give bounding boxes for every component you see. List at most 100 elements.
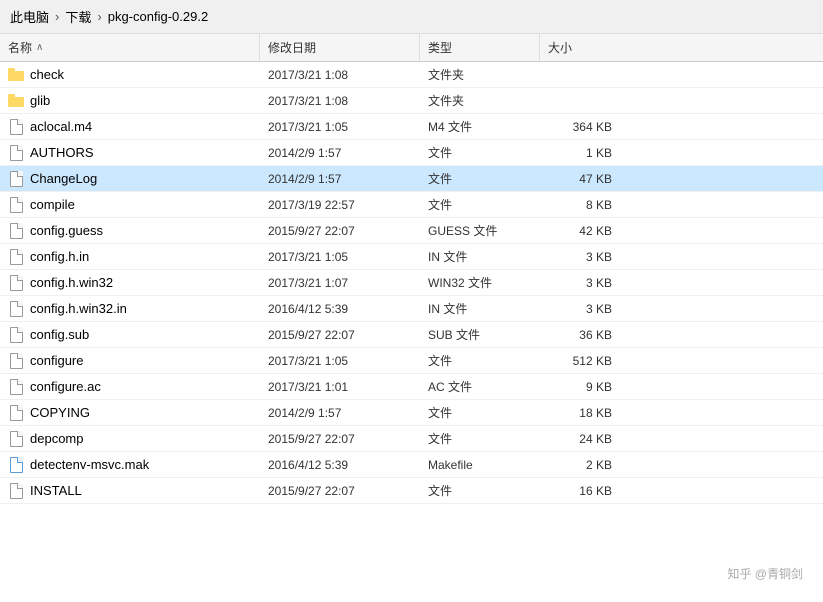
file-row[interactable]: depcomp 2015/9/27 22:07文件24 KB	[0, 426, 823, 452]
folder-icon	[8, 93, 24, 109]
file-name-text: ChangeLog	[30, 171, 97, 186]
file-name-text: config.h.in	[30, 249, 89, 264]
file-date-cell: 2015/9/27 22:07	[260, 484, 420, 498]
file-date-cell: 2017/3/21 1:07	[260, 276, 420, 290]
file-row[interactable]: ChangeLog2014/2/9 1:57文件47 KB	[0, 166, 823, 192]
file-name-text: AUTHORS	[30, 145, 94, 160]
file-name-text: configure.ac	[30, 379, 101, 394]
file-icon	[8, 119, 24, 135]
file-icon	[8, 431, 24, 447]
file-name-cell: config.guess	[0, 223, 260, 239]
file-row[interactable]: compile 2017/3/19 22:57文件8 KB	[0, 192, 823, 218]
file-date-cell: 2017/3/21 1:08	[260, 68, 420, 82]
file-size-cell: 36 KB	[540, 328, 620, 342]
file-name-text: INSTALL	[30, 483, 82, 498]
file-name-text: config.guess	[30, 223, 103, 238]
file-row[interactable]: config.guess2015/9/27 22:07GUESS 文件42 KB	[0, 218, 823, 244]
file-type-cell: 文件	[420, 170, 540, 187]
file-icon	[8, 327, 24, 343]
file-name-cell: ChangeLog	[0, 171, 260, 187]
file-size-cell: 3 KB	[540, 302, 620, 316]
col-name-header[interactable]: 名称 ∧	[0, 34, 260, 61]
file-icon	[8, 171, 24, 187]
file-size-cell: 2 KB	[540, 458, 620, 472]
file-name-text: detectenv-msvc.mak	[30, 457, 149, 472]
file-icon	[8, 353, 24, 369]
file-type-cell: M4 文件	[420, 118, 540, 135]
file-name-text: compile	[30, 197, 75, 212]
makefile-icon	[8, 457, 24, 473]
file-row[interactable]: configure2017/3/21 1:05文件512 KB	[0, 348, 823, 374]
file-row[interactable]: glib2017/3/21 1:08文件夹	[0, 88, 823, 114]
breadcrumb-download[interactable]: 下载	[65, 7, 91, 26]
breadcrumb-sep-1: ›	[55, 9, 59, 24]
sort-arrow-icon: ∧	[36, 42, 43, 53]
file-name-cell: check	[0, 67, 260, 83]
file-row[interactable]: detectenv-msvc.mak2016/4/12 5:39Makefile…	[0, 452, 823, 478]
file-date-cell: 2017/3/21 1:05	[260, 354, 420, 368]
file-type-cell: IN 文件	[420, 300, 540, 317]
file-type-cell: 文件	[420, 430, 540, 447]
file-row[interactable]: config.h.in2017/3/21 1:05IN 文件3 KB	[0, 244, 823, 270]
file-icon	[8, 145, 24, 161]
file-type-cell: 文件	[420, 196, 540, 213]
file-row[interactable]: config.h.win32.in 2016/4/12 5:39IN 文件3 KB	[0, 296, 823, 322]
file-type-cell: SUB 文件	[420, 326, 540, 343]
file-name-cell: compile	[0, 197, 260, 213]
file-icon	[8, 405, 24, 421]
file-row[interactable]: INSTALL2015/9/27 22:07文件16 KB	[0, 478, 823, 504]
file-date-cell: 2017/3/19 22:57	[260, 198, 420, 212]
file-size-cell: 24 KB	[540, 432, 620, 446]
file-size-cell: 1 KB	[540, 146, 620, 160]
file-size-cell: 8 KB	[540, 198, 620, 212]
file-row[interactable]: AUTHORS 2014/2/9 1:57文件1 KB	[0, 140, 823, 166]
file-list: check2017/3/21 1:08文件夹 glib 2017/3/21 1:08…	[0, 62, 823, 602]
file-date-cell: 2017/3/21 1:01	[260, 380, 420, 394]
watermark: 知乎 @青铜剑	[727, 565, 803, 582]
file-name-cell: config.h.win32.in	[0, 301, 260, 317]
col-type-header[interactable]: 类型	[420, 34, 540, 61]
breadcrumb-pc[interactable]: 此电脑	[10, 7, 49, 26]
file-type-cell: 文件	[420, 144, 540, 161]
file-icon	[8, 483, 24, 499]
file-icon	[8, 379, 24, 395]
file-date-cell: 2017/3/21 1:08	[260, 94, 420, 108]
file-date-cell: 2016/4/12 5:39	[260, 302, 420, 316]
file-name-text: depcomp	[30, 431, 83, 446]
col-size-header[interactable]: 大小	[540, 34, 620, 61]
file-explorer-window: 此电脑 › 下载 › pkg-config-0.29.2 名称 ∧ 修改日期 类…	[0, 0, 823, 602]
file-row[interactable]: configure.ac2017/3/21 1:01AC 文件9 KB	[0, 374, 823, 400]
breadcrumb-sep-2: ›	[97, 9, 101, 24]
file-row[interactable]: aclocal.m4 2017/3/21 1:05M4 文件364 KB	[0, 114, 823, 140]
file-type-cell: WIN32 文件	[420, 274, 540, 291]
file-row[interactable]: config.sub2015/9/27 22:07SUB 文件36 KB	[0, 322, 823, 348]
col-date-header[interactable]: 修改日期	[260, 34, 420, 61]
file-type-cell: IN 文件	[420, 248, 540, 265]
file-type-cell: 文件	[420, 482, 540, 499]
file-name-cell: config.h.win32	[0, 275, 260, 291]
file-name-cell: aclocal.m4	[0, 119, 260, 135]
file-name-cell: config.h.in	[0, 249, 260, 265]
breadcrumb-folder[interactable]: pkg-config-0.29.2	[108, 9, 208, 24]
file-icon	[8, 249, 24, 265]
file-size-cell: 512 KB	[540, 354, 620, 368]
file-name-text: config.sub	[30, 327, 89, 342]
file-type-cell: 文件	[420, 352, 540, 369]
file-name-cell: AUTHORS	[0, 145, 260, 161]
file-type-cell: GUESS 文件	[420, 222, 540, 239]
file-name-cell: config.sub	[0, 327, 260, 343]
file-date-cell: 2017/3/21 1:05	[260, 120, 420, 134]
file-size-cell: 364 KB	[540, 120, 620, 134]
file-icon	[8, 197, 24, 213]
file-row[interactable]: COPYING2014/2/9 1:57文件18 KB	[0, 400, 823, 426]
file-name-text: glib	[30, 93, 50, 108]
file-date-cell: 2014/2/9 1:57	[260, 172, 420, 186]
file-date-cell: 2014/2/9 1:57	[260, 146, 420, 160]
file-row[interactable]: config.h.win322017/3/21 1:07WIN32 文件3 KB	[0, 270, 823, 296]
file-row[interactable]: check2017/3/21 1:08文件夹	[0, 62, 823, 88]
file-name-text: config.h.win32.in	[30, 301, 127, 316]
file-date-cell: 2015/9/27 22:07	[260, 432, 420, 446]
file-icon	[8, 223, 24, 239]
file-type-cell: AC 文件	[420, 378, 540, 395]
file-name-text: aclocal.m4	[30, 119, 92, 134]
